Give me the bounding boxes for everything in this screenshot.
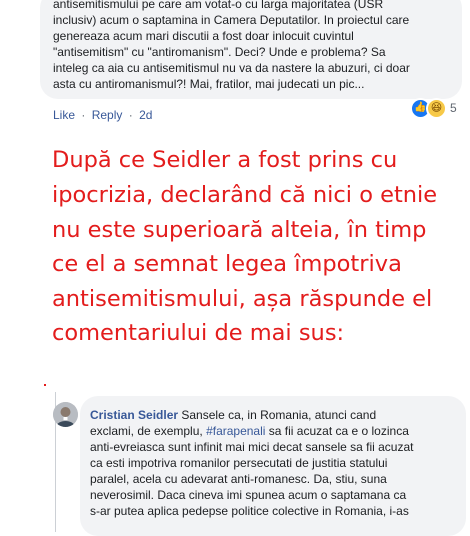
- reply-text-line: Cristian Seidler Sansele ca, in Romania,…: [90, 407, 376, 423]
- annotation-line: antisemitismului, așa răspunde el: [52, 286, 433, 312]
- reply-text-line: ca esti impotriva romanilor persecutati …: [90, 456, 388, 470]
- reactions-summary[interactable]: 👍 😆 5: [410, 97, 457, 119]
- reply-link[interactable]: Reply: [92, 108, 123, 122]
- like-link[interactable]: Like: [53, 108, 75, 122]
- reply-text: sa fii acuzat ca e o lozinca: [265, 424, 409, 438]
- hashtag-link[interactable]: #farapenali: [206, 424, 265, 438]
- separator: ·: [81, 108, 86, 122]
- reply-text-line: s-ar putea aplica pedepse politice colec…: [90, 504, 409, 518]
- reply-text-line: exclami, de exemplu, #farapenali sa fii …: [90, 423, 409, 439]
- separator: ·: [128, 108, 133, 122]
- comment-text-line: genereaza acum mari discutii a fost doar…: [53, 29, 354, 43]
- comment-text-line: "antisemitism" cu "antiromanism". Deci? …: [53, 45, 386, 59]
- reply-text-line: anti-evreiasca sunt infinit mai mici dec…: [90, 440, 414, 454]
- annotation-line: ipocrizia, declarând că nici o etnie: [52, 182, 438, 208]
- comment-text-line: asta cu antiromanismul?! Mai, fratilor, …: [53, 77, 365, 91]
- reply-text-line: paralel, acela cu adevarat anti-romanesc…: [90, 472, 387, 486]
- comment-text-line: inteleg ca aia cu antisemitismul nu va d…: [53, 61, 410, 75]
- reply-text: Sansele ca, in Romania, atunci cand: [181, 408, 377, 422]
- author-name-link[interactable]: Cristian Seidler: [90, 408, 178, 422]
- red-dot: [44, 384, 46, 386]
- comment-text-line: inclusiv) acum o saptamina in Camera Dep…: [53, 13, 410, 27]
- reply-text-line: neverosimil. Daca cineva imi spunea acum…: [90, 488, 407, 502]
- annotation-line: ce el a semnat legea împotriva: [52, 251, 402, 277]
- timestamp-link[interactable]: 2d: [139, 108, 152, 122]
- annotation-line: După ce Seidler a fost prins cu: [52, 147, 398, 173]
- haha-icon: 😆: [426, 97, 447, 119]
- comment-actions: Like · Reply · 2d: [53, 108, 152, 122]
- annotation-line: comentariului de mai sus:: [52, 320, 345, 346]
- reply-text: exclami, de exemplu,: [90, 424, 207, 438]
- avatar[interactable]: [53, 402, 78, 427]
- annotation-line: nu este superioară alteia, în timp: [52, 217, 427, 243]
- reaction-count: 5: [450, 101, 457, 115]
- avatar-photo: [53, 402, 78, 427]
- comment-text-line: antisemitismului pe care am votat-o cu l…: [53, 0, 384, 11]
